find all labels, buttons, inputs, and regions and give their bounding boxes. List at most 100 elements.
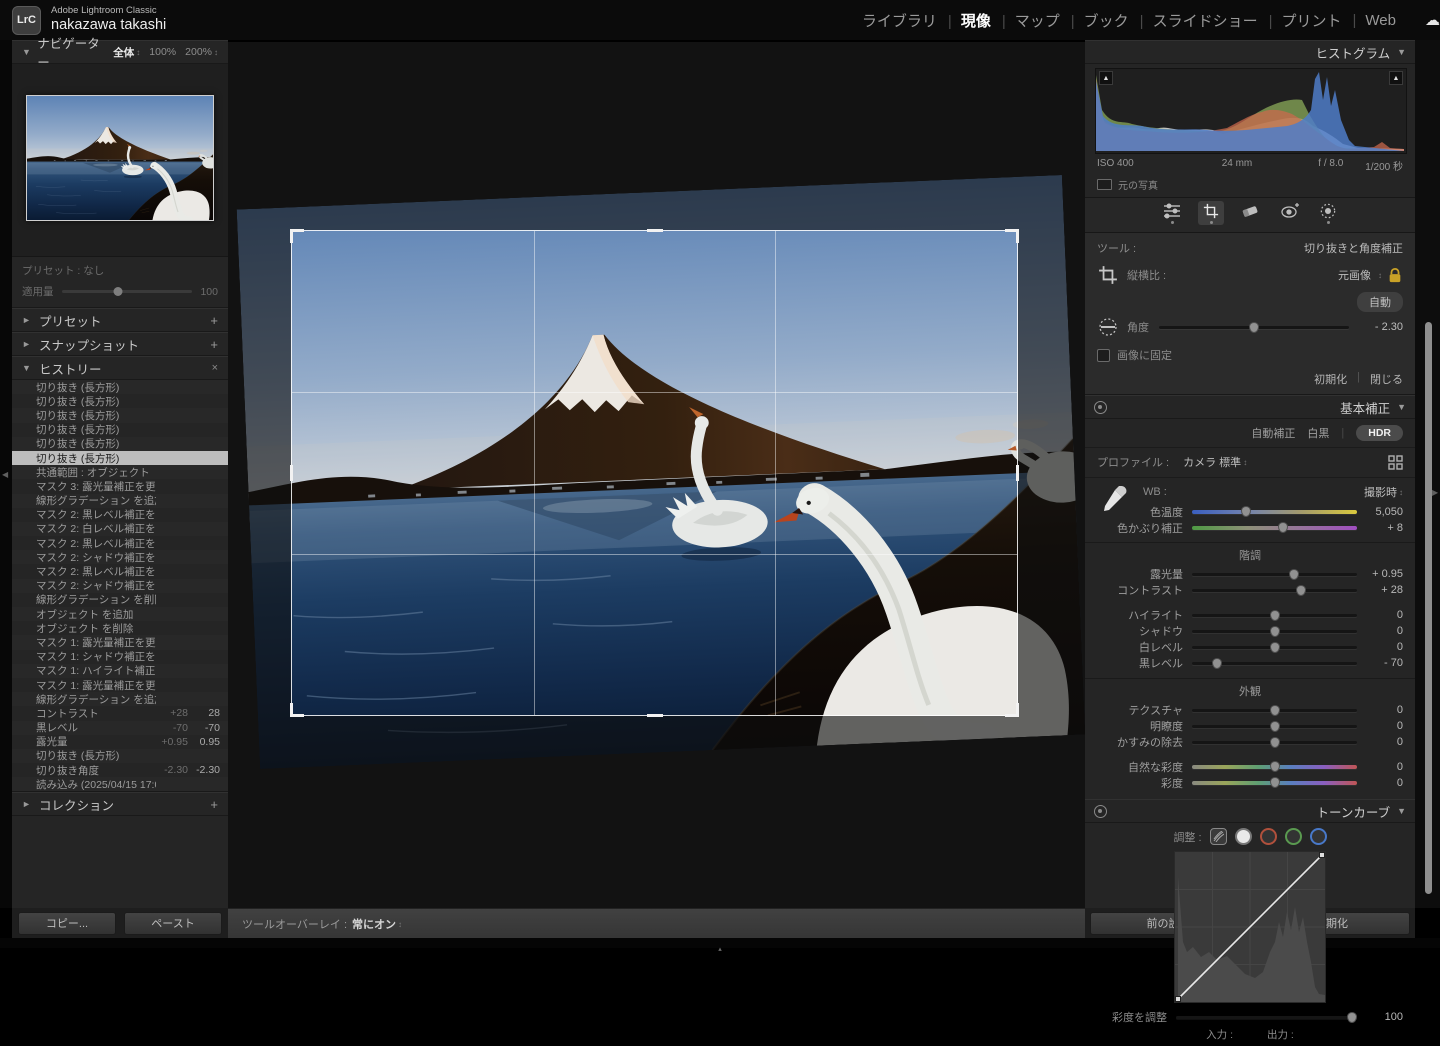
tool-overlay-value[interactable]: 常にオン [352,916,396,932]
crop-tool[interactable] [1198,201,1224,225]
module-tab[interactable]: プリント [1259,10,1343,31]
parametric-curve-icon[interactable] [1210,828,1227,845]
history-step-row[interactable]: マスク 2: 黒レベル補正を更新 [12,536,228,550]
history-step-row[interactable]: 読み込み (2025/04/15 17:05:00) [12,777,228,791]
tone-curve-header[interactable]: トーンカーブ ▼ [1085,799,1415,823]
histogram-header[interactable]: ヒストグラム ▼ [1085,40,1415,64]
slider-thumb[interactable] [1270,626,1280,637]
crop-handle-bottom[interactable] [647,714,663,717]
slider-row[interactable]: シャドウ 0 [1085,623,1415,639]
red-channel-button[interactable] [1260,828,1277,845]
navigator-thumbnail[interactable] [26,95,214,221]
crop-handle-top-left[interactable] [290,229,293,243]
slider-row[interactable]: コントラスト + 28 [1085,582,1415,598]
slider-thumb[interactable] [1241,506,1251,517]
crop-handle-right[interactable] [1016,465,1019,481]
presets-panel-header[interactable]: ► プリセット + [12,308,228,332]
aspect-lock-icon[interactable] [1387,267,1403,284]
slider-track[interactable] [1192,765,1357,769]
history-step-row[interactable]: マスク 1: 露光量補正を更新 [12,635,228,649]
masking-tool[interactable] [1315,201,1341,225]
history-step-row[interactable]: 切り抜き (長方形) [12,749,228,763]
slider-thumb[interactable] [1270,737,1280,748]
healing-tool[interactable] [1237,201,1263,225]
slider-thumb[interactable] [1270,721,1280,732]
slider-thumb[interactable] [1289,569,1299,580]
history-step-row[interactable]: オブジェクト を追加 [12,607,228,621]
hdr-button[interactable]: HDR [1356,425,1403,441]
wb-value[interactable]: 撮影時 [1364,484,1397,500]
highlight-clipping-indicator[interactable]: ▲ [1389,71,1403,85]
green-channel-button[interactable] [1285,828,1302,845]
slider-row[interactable]: 色かぶり補正 + 8 [1085,520,1415,536]
zoom-fit-option[interactable]: 全体 [113,45,134,60]
auto-straighten-button[interactable]: 自動 [1357,292,1403,312]
crop-reset-button[interactable]: 初期化 [1314,371,1347,387]
slider-row[interactable]: 色温度 5,050 [1085,504,1415,520]
profile-browser-icon[interactable] [1388,455,1403,470]
history-step-row[interactable]: マスク 1: 露光量補正を更新 [12,678,228,692]
shadow-clipping-indicator[interactable]: ▲ [1099,71,1113,85]
slider-row[interactable]: 明瞭度 0 [1085,718,1415,734]
angle-level-icon[interactable] [1097,317,1119,337]
history-step-row[interactable]: 黒レベル -70 -70 [12,721,228,735]
black-white-button[interactable]: 白黒 [1307,425,1329,441]
slider-row[interactable]: 黒レベル - 70 [1085,655,1415,671]
paste-button[interactable]: ペースト [124,912,222,935]
history-panel-header[interactable]: ▼ ヒストリー × [12,356,228,380]
angle-slider-thumb[interactable] [1249,322,1259,333]
amount-slider-thumb[interactable] [113,287,122,296]
add-collection-button[interactable]: + [210,797,218,812]
history-step-row[interactable]: オブジェクト を削除 [12,621,228,635]
cloud-sync-icon[interactable]: ☁ [1425,11,1440,29]
panel-toggle-icon[interactable] [1094,805,1107,818]
collapse-left-panel-arrow[interactable]: ◀ [2,470,8,479]
history-step-row[interactable]: 切り抜き (長方形) [12,408,228,422]
histogram-display[interactable]: ▲ ▲ [1095,68,1407,154]
wb-eyedropper-icon[interactable] [1099,482,1129,516]
history-step-row[interactable]: 切り抜き (長方形) [12,437,228,451]
history-step-row[interactable]: 切り抜き (長方形) [12,423,228,437]
reveal-filmstrip-arrow[interactable]: ▴ [718,946,722,953]
original-photo-checkbox[interactable] [1097,179,1112,190]
slider-thumb[interactable] [1270,705,1280,716]
slider-row[interactable]: 白レベル 0 [1085,639,1415,655]
auto-tone-button[interactable]: 自動補正 [1251,425,1295,441]
aspect-value[interactable]: 元画像 [1338,267,1371,283]
profile-value[interactable]: カメラ 標準 [1183,454,1241,470]
slider-row[interactable]: テクスチャ 0 [1085,702,1415,718]
crop-handle-bottom-left[interactable] [290,703,293,717]
add-snapshot-button[interactable]: + [210,337,218,352]
original-photo-row[interactable]: 元の写真 [1085,174,1415,197]
slider-row[interactable]: ハイライト 0 [1085,607,1415,623]
slider-track[interactable] [1192,662,1357,665]
history-step-row[interactable]: コントラスト +28 28 [12,706,228,720]
slider-track[interactable] [1192,646,1357,649]
slider-track[interactable] [1192,630,1357,633]
clear-history-button[interactable]: × [212,362,218,374]
history-step-row[interactable]: マスク 2: シャドウ補正を更新 [12,579,228,593]
history-step-row[interactable]: マスク 2: 白レベル補正を更新 [12,522,228,536]
history-step-row[interactable]: 線形グラデーション を追加 [12,692,228,706]
slider-row[interactable]: かすみの除去 0 [1085,734,1415,750]
history-step-row[interactable]: 切り抜き (長方形) [12,380,228,394]
edit-sliders-tool[interactable] [1159,201,1185,225]
history-step-row[interactable]: 線形グラデーション を削除 [12,593,228,607]
slider-thumb[interactable] [1270,642,1280,653]
module-tab[interactable]: ライブラリ [861,10,938,31]
blue-channel-button[interactable] [1310,828,1327,845]
slider-track[interactable] [1192,709,1357,712]
slider-row[interactable]: 彩度 0 [1085,775,1415,791]
slider-track[interactable] [1192,614,1357,617]
slider-thumb[interactable] [1296,585,1306,596]
history-step-row[interactable]: 切り抜き角度 -2.30 -2.30 [12,763,228,777]
slider-thumb[interactable] [1270,761,1280,772]
snapshots-panel-header[interactable]: ► スナップショット + [12,332,228,356]
history-step-row[interactable]: 切り抜き (長方形) [12,394,228,408]
amount-slider[interactable] [62,290,193,293]
zoom-200-option[interactable]: 200% [185,46,212,58]
slider-track[interactable] [1192,781,1357,785]
copy-button[interactable]: コピー... [18,912,116,935]
module-tab[interactable]: マップ [992,10,1061,31]
slider-thumb[interactable] [1278,522,1288,533]
